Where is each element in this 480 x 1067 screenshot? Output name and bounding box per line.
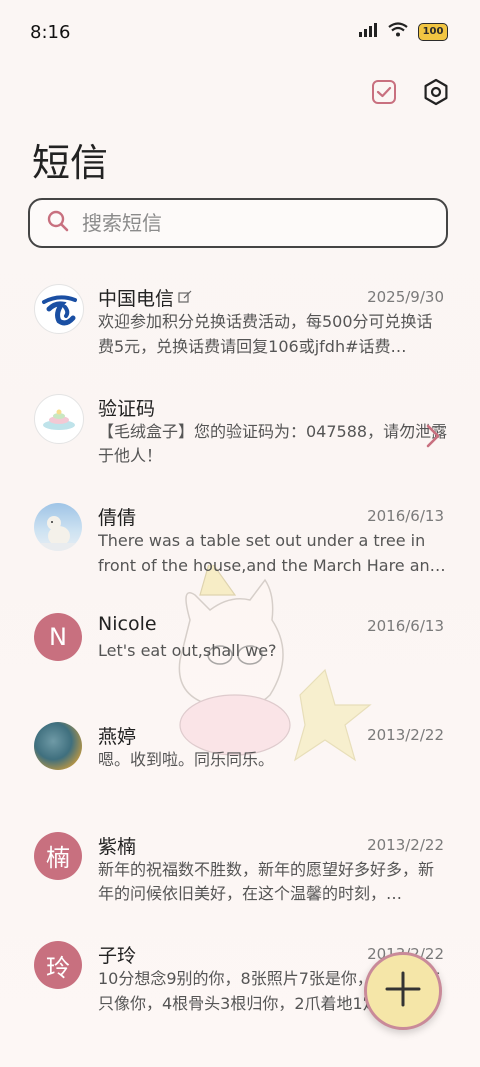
cake-icon — [43, 409, 75, 430]
new-message-button[interactable] — [364, 952, 442, 1030]
conversation-date: 2016/6/13 — [367, 616, 444, 635]
status-time: 8:16 — [30, 22, 71, 43]
wifi-icon — [388, 22, 408, 41]
conversation-name: Nicole — [98, 612, 157, 635]
top-actions — [368, 78, 452, 110]
conversation-preview: 【毛绒盒子】您的验证码为：047588，请勿泄露于他人！ — [98, 421, 448, 466]
china-telecom-logo-icon — [42, 295, 77, 326]
conversation-preview: 新年的祝福数不胜数，新年的愿望好多好多，新年的问候依旧美好，在这个温馨的时刻，… — [98, 859, 435, 904]
conversation-preview: Let's eat out,shall we? — [98, 640, 277, 660]
conversation-name: 子玲 — [98, 945, 137, 967]
conversation-preview: 欢迎参加积分兑换话费活动，每500分可兑换话费5元，兑换话费请回复106或jfd… — [98, 312, 433, 356]
conversation-item[interactable]: 验证码 【毛绒盒子】您的验证码为：047588，请勿泄露于他人！ — [0, 380, 480, 490]
conversation-list: 中国电信 2025/9/30 欢迎参加积分兑换话费活动，每500分可兑换话费5元… — [0, 270, 480, 1037]
search-icon — [30, 209, 70, 237]
conversation-date: 2025/9/30 — [367, 288, 444, 306]
avatar-china-telecom — [34, 284, 84, 334]
avatar-polar-bear — [34, 503, 82, 551]
conversation-item[interactable]: 楠 紫楠 2013/2/22 新年的祝福数不胜数，新年的愿望好多好多，新年的问候… — [0, 818, 480, 928]
plus-icon — [383, 969, 423, 1013]
settings-hexagon-icon — [422, 78, 450, 110]
status-icons: 100 — [358, 22, 448, 41]
avatar-photo — [34, 722, 82, 770]
conversation-item[interactable]: 倩倩 2016/6/13 There was a table set out u… — [0, 489, 480, 599]
avatar-cake — [34, 393, 84, 444]
polar-bear-icon — [34, 516, 82, 551]
conversation-item[interactable]: 燕婷 2013/2/22 嗯。收到啦。同乐同乐。 — [0, 708, 480, 818]
signal-icon — [358, 22, 378, 41]
battery-indicator: 100 — [418, 22, 448, 41]
conversation-preview: 嗯。收到啦。同乐同乐。 — [98, 750, 275, 769]
conversation-preview: There was a table set out under a tree i… — [98, 531, 446, 575]
settings-button[interactable] — [420, 78, 452, 110]
conversation-name: 验证码 — [98, 397, 156, 420]
search-input[interactable] — [80, 210, 414, 236]
conversation-name: 中国电信 — [98, 284, 192, 311]
conversation-date: 2016/6/13 — [367, 507, 444, 525]
conversation-item[interactable]: 中国电信 2025/9/30 欢迎参加积分兑换话费活动，每500分可兑换话费5元… — [0, 270, 480, 380]
checkbox-icon — [371, 79, 397, 109]
status-bar: 8:16 100 — [0, 0, 480, 66]
conversation-item[interactable]: N Nicole 2016/6/13 Let's eat out,shall w… — [0, 599, 480, 709]
chevron-right-icon[interactable] — [426, 424, 440, 452]
avatar-letter: N — [34, 612, 82, 661]
page-title: 短信 — [32, 141, 109, 185]
conversation-name: 燕婷 — [98, 726, 137, 748]
select-mode-button[interactable] — [368, 78, 400, 110]
edit-small-icon — [178, 287, 192, 309]
conversation-name: 倩倩 — [98, 507, 137, 529]
conversation-date: 2013/2/22 — [367, 835, 444, 854]
avatar-letter: 玲 — [34, 941, 82, 989]
avatar-letter: 楠 — [34, 831, 82, 880]
conversation-date: 2013/2/22 — [367, 726, 444, 744]
conversation-name: 紫楠 — [98, 835, 137, 858]
search-bar[interactable] — [28, 198, 448, 248]
